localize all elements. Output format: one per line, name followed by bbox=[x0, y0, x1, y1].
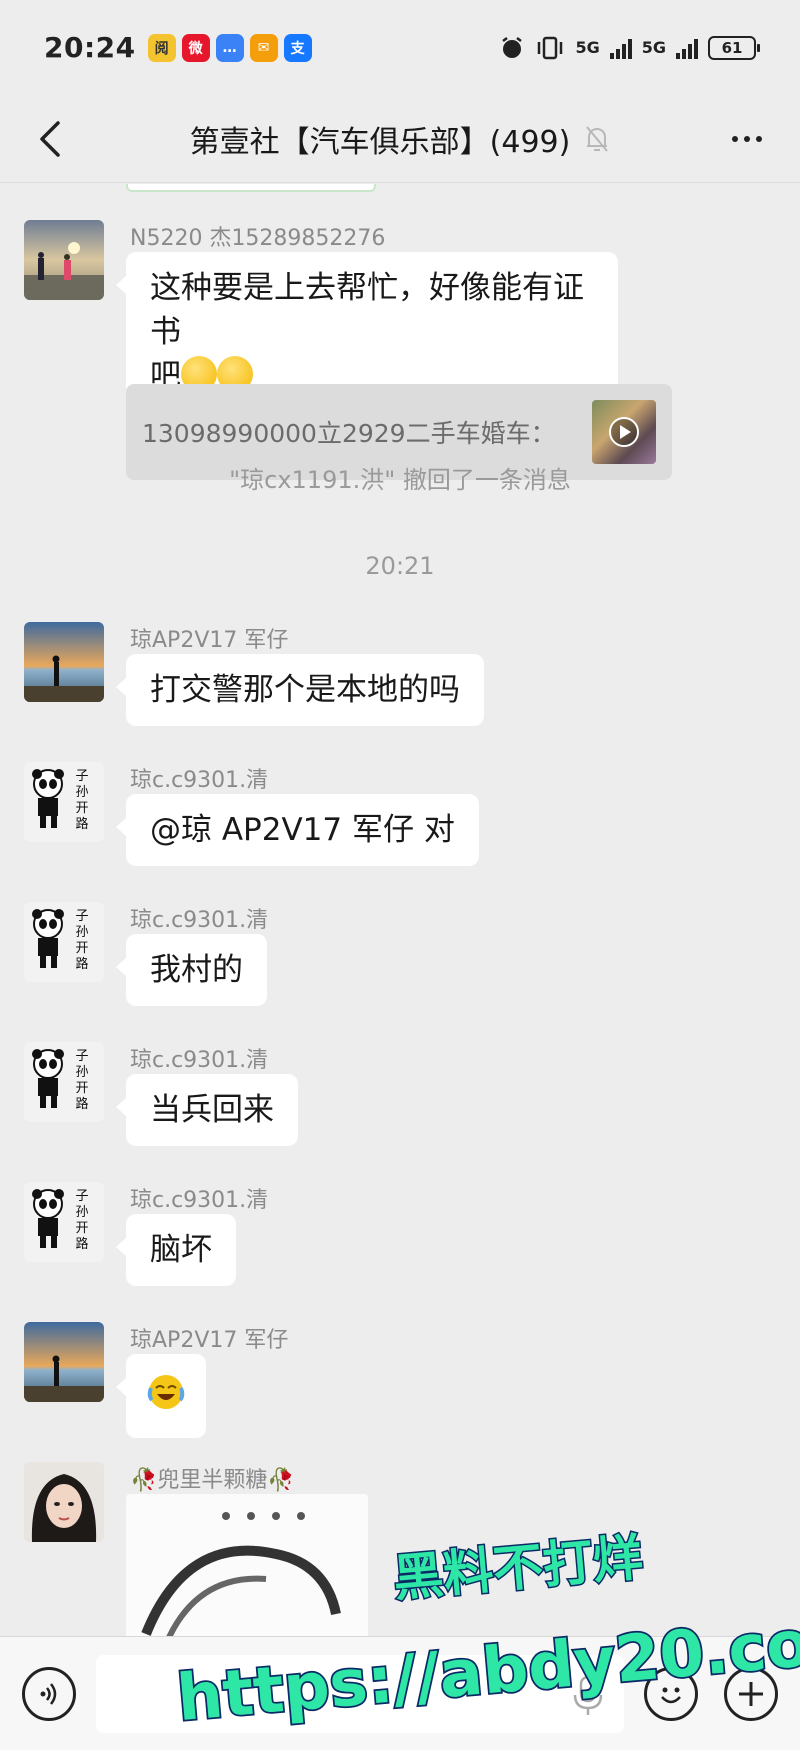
message-text: 我村的 bbox=[150, 952, 243, 988]
mic-icon[interactable] bbox=[570, 1675, 606, 1717]
svg-text:开: 开 bbox=[75, 1081, 88, 1096]
svg-text:路: 路 bbox=[75, 1096, 88, 1112]
mail-icon: ✉ bbox=[249, 33, 278, 62]
sender-name: 🥀兜里半颗糖🥀 bbox=[130, 1468, 295, 1493]
message-item: 子 孙 开 路 琼c.c9301.清 脑坏 bbox=[24, 1182, 784, 1292]
message-list[interactable]: N5220 杰15289852276 这种要是上去帮忙，好像能有证书 吧 130… bbox=[0, 184, 800, 1636]
svg-text:子: 子 bbox=[75, 769, 88, 784]
sender-name: N5220 杰15289852276 bbox=[130, 226, 386, 251]
message-bubble[interactable]: 我村的 bbox=[116, 934, 267, 1006]
status-bar: 20:24 阅 微 … ✉ 支 5G 5G 61 bbox=[0, 0, 800, 95]
svg-text:子: 子 bbox=[75, 1189, 88, 1204]
svg-text:孙: 孙 bbox=[75, 925, 88, 940]
svg-text:子: 子 bbox=[75, 909, 88, 924]
message-item: 琼AP2V17 军仔 打交警那个是本地的吗 bbox=[24, 622, 784, 732]
bell-off-icon bbox=[584, 124, 610, 154]
status-time: 20:24 bbox=[44, 31, 136, 64]
image-message[interactable] bbox=[126, 1494, 368, 1636]
avatar[interactable] bbox=[24, 220, 104, 300]
laugh-cry-emoji-icon bbox=[147, 1375, 185, 1409]
message-text: 这种要是上去帮忙，好像能有证书 bbox=[150, 270, 584, 350]
message-item: 🥀兜里半颗糖🥀 bbox=[24, 1462, 784, 1636]
alarm-icon bbox=[502, 36, 523, 58]
network-label-2: 5G bbox=[641, 38, 666, 57]
avatar[interactable] bbox=[24, 1322, 104, 1402]
network-label-1: 5G bbox=[575, 38, 600, 57]
message-input[interactable] bbox=[96, 1655, 624, 1733]
message-text: 打交警那个是本地的吗 bbox=[150, 672, 460, 708]
message-bubble[interactable] bbox=[116, 1354, 206, 1438]
message-text: 当兵回来 bbox=[150, 1092, 274, 1128]
svg-text:开: 开 bbox=[75, 941, 88, 956]
message-text: @琼 AP2V17 军仔 对 bbox=[150, 812, 455, 848]
chat-title: 第壹社【汽车俱乐部】(499) bbox=[189, 124, 571, 160]
message-bubble[interactable]: 当兵回来 bbox=[116, 1074, 298, 1146]
signal-icon bbox=[676, 37, 698, 59]
svg-text:路: 路 bbox=[75, 816, 88, 832]
voice-icon bbox=[40, 1683, 57, 1705]
message-item: 子 孙 开 路 琼c.c9301.清 我村的 bbox=[24, 902, 784, 1012]
alipay-icon: 支 bbox=[283, 33, 312, 62]
quote-text: 13098990000立2929二手车婚车： bbox=[142, 419, 556, 448]
svg-text:孙: 孙 bbox=[75, 1065, 88, 1080]
video-thumbnail[interactable] bbox=[592, 400, 656, 464]
play-icon bbox=[609, 417, 639, 447]
voice-toggle-button[interactable] bbox=[22, 1667, 76, 1721]
weibo-icon: 微 bbox=[181, 33, 210, 62]
message-item: 琼AP2V17 军仔 bbox=[24, 1322, 784, 1438]
svg-text:孙: 孙 bbox=[75, 1205, 88, 1220]
svg-text:孙: 孙 bbox=[75, 785, 88, 800]
sender-name: 琼c.c9301.清 bbox=[130, 768, 269, 793]
message-bubble[interactable]: 脑坏 bbox=[116, 1214, 236, 1286]
avatar[interactable]: 子 孙 开 路 bbox=[24, 902, 104, 982]
message-item: 子 孙 开 路 琼c.c9301.清 @琼 AP2V17 军仔 对 bbox=[24, 762, 784, 872]
chat-header: 第壹社【汽车俱乐部】(499) bbox=[0, 95, 800, 183]
svg-text:路: 路 bbox=[75, 1236, 88, 1252]
message-bubble[interactable]: 打交警那个是本地的吗 bbox=[116, 654, 484, 726]
message-item: 子 孙 开 路 琼c.c9301.清 当兵回来 bbox=[24, 1042, 784, 1152]
svg-text:子: 子 bbox=[75, 1049, 88, 1064]
signal-icon bbox=[609, 37, 632, 59]
partial-image-message[interactable] bbox=[126, 184, 376, 192]
vibrate-icon bbox=[538, 36, 563, 59]
message-icon: … bbox=[215, 33, 244, 62]
svg-text:路: 路 bbox=[75, 956, 88, 972]
sender-name: 琼AP2V17 军仔 bbox=[130, 628, 289, 653]
reading-app-icon: 阅 bbox=[147, 33, 176, 62]
svg-text:开: 开 bbox=[75, 1221, 88, 1236]
avatar[interactable]: 子 孙 开 路 bbox=[24, 1042, 104, 1122]
more-icon bbox=[732, 136, 738, 142]
back-button[interactable] bbox=[28, 117, 72, 161]
input-bar bbox=[0, 1636, 800, 1750]
more-button[interactable] bbox=[722, 117, 772, 161]
message-bubble[interactable]: @琼 AP2V17 军仔 对 bbox=[116, 794, 479, 866]
svg-text:开: 开 bbox=[75, 801, 88, 816]
message-text: 脑坏 bbox=[150, 1232, 212, 1268]
sender-name: 琼c.c9301.清 bbox=[130, 908, 269, 933]
timestamp: 20:21 bbox=[365, 552, 435, 580]
notification-icons: 阅 微 … ✉ 支 bbox=[147, 33, 312, 62]
emoji-button[interactable] bbox=[644, 1667, 698, 1721]
avatar[interactable]: 子 孙 开 路 bbox=[24, 1182, 104, 1262]
sender-name: 琼c.c9301.清 bbox=[130, 1188, 269, 1213]
sender-name: 琼c.c9301.清 bbox=[130, 1048, 269, 1073]
chevron-left-icon bbox=[40, 121, 60, 157]
more-functions-button[interactable] bbox=[724, 1667, 778, 1721]
avatar[interactable]: 子 孙 开 路 bbox=[24, 762, 104, 842]
smile-icon bbox=[661, 1687, 681, 1704]
recall-notice: "琼cx1191.洪" 撤回了一条消息 bbox=[229, 466, 571, 494]
status-right: 5G 5G 61 bbox=[499, 35, 760, 61]
plus-icon bbox=[739, 1682, 763, 1706]
sender-name: 琼AP2V17 军仔 bbox=[130, 1328, 289, 1353]
avatar[interactable] bbox=[24, 1462, 104, 1542]
avatar[interactable] bbox=[24, 622, 104, 702]
battery-icon: 61 bbox=[708, 35, 760, 60]
battery-level: 61 bbox=[721, 38, 743, 57]
